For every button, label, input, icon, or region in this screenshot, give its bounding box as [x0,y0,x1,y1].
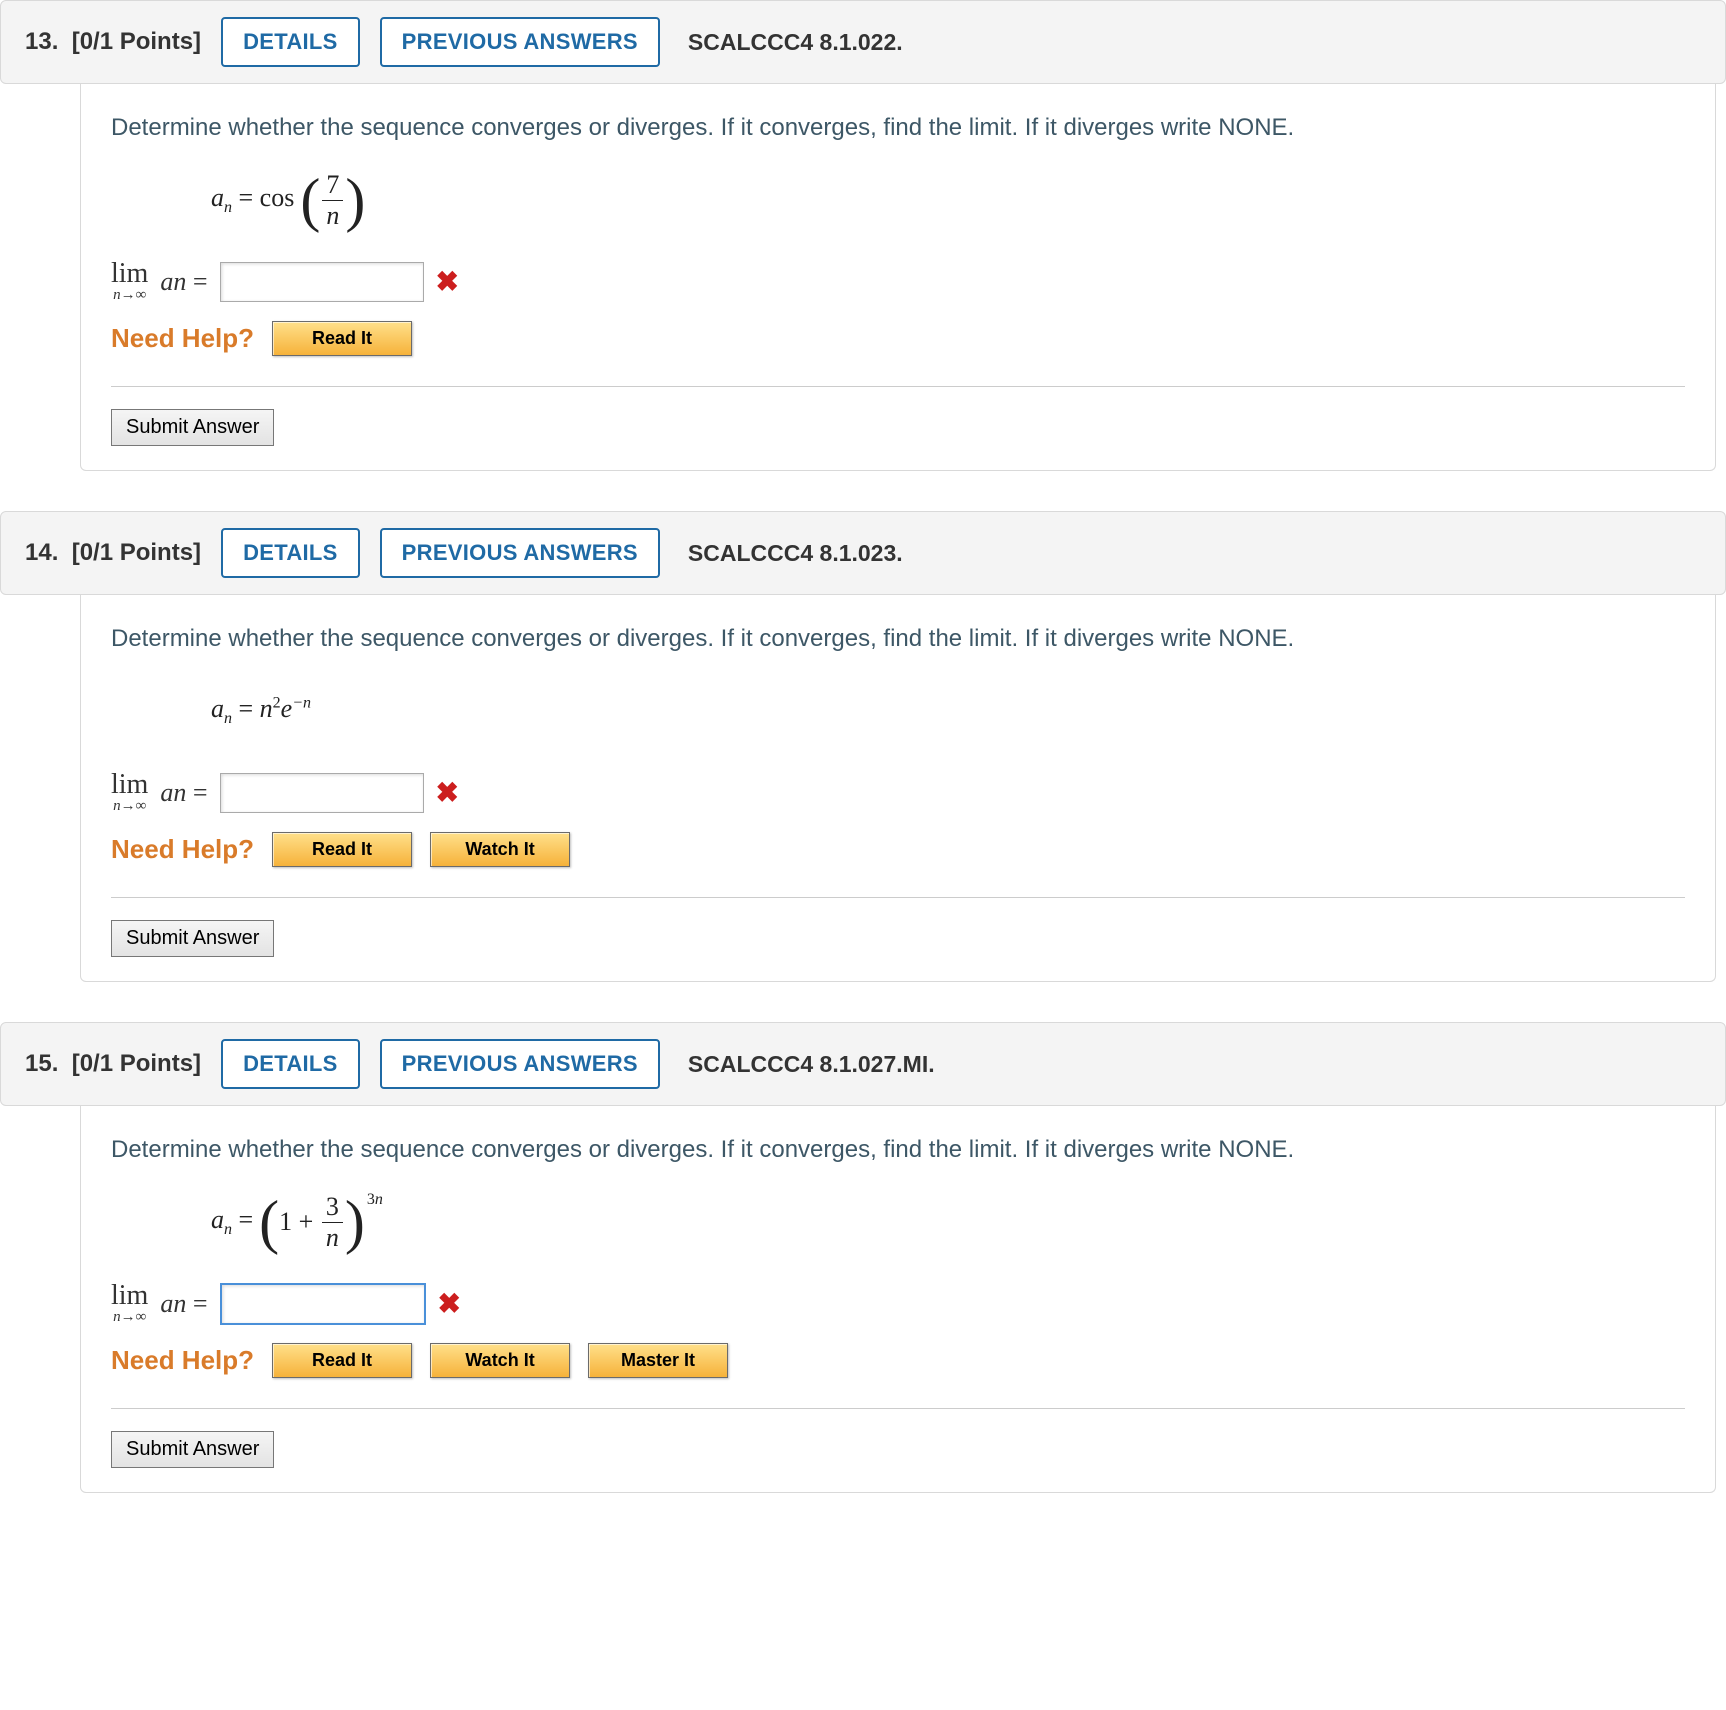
submit-area: Submit Answer [111,386,1685,470]
a-n-equals: an = [160,1289,207,1319]
question-number-points: 13. [0/1 Points] [25,28,201,56]
a-n-equals: an = [160,267,207,297]
question-body: Determine whether the sequence converges… [80,84,1716,471]
answer-input[interactable] [220,1283,426,1325]
question-header: 13. [0/1 Points] DETAILS PREVIOUS ANSWERS S… [0,0,1726,84]
need-help-row: Need Help? Read It Watch It Master It [111,1343,1685,1378]
previous-answers-button[interactable]: PREVIOUS ANSWERS [380,528,660,578]
question-body: Determine whether the sequence converges… [80,1106,1716,1493]
sequence-formula: an =(1 + 3n)3n [211,1182,1685,1262]
submit-area: Submit Answer [111,1408,1685,1492]
submit-answer-button[interactable]: Submit Answer [111,1431,274,1468]
question-reference: SCALCCC4 8.1.027.MI. [688,1051,935,1078]
submit-answer-button[interactable]: Submit Answer [111,409,274,446]
limit-row: limn→∞ an = ✖ [111,771,1685,814]
a-n-equals: an = [160,778,207,808]
question-prompt: Determine whether the sequence converges… [111,114,1685,142]
wrong-icon: ✖ [438,1287,461,1320]
question-body: Determine whether the sequence converges… [80,595,1716,982]
question-number-points: 14. [0/1 Points] [25,539,201,567]
need-help-label: Need Help? [111,323,254,354]
question-reference: SCALCCC4 8.1.023. [688,540,903,567]
need-help-row: Need Help? Read It [111,321,1685,356]
details-button[interactable]: DETAILS [221,1039,360,1089]
sequence-formula: an = cos(7n) [211,160,1685,240]
question-block: 13. [0/1 Points] DETAILS PREVIOUS ANSWERS S… [0,0,1726,471]
details-button[interactable]: DETAILS [221,528,360,578]
readit-button[interactable]: Read It [272,1343,412,1378]
limit-row: limn→∞ an = ✖ [111,260,1685,303]
need-help-label: Need Help? [111,1345,254,1376]
limit-label: limn→∞ [111,771,148,814]
submit-answer-button[interactable]: Submit Answer [111,920,274,957]
wrong-icon: ✖ [436,776,459,809]
question-header: 14. [0/1 Points] DETAILS PREVIOUS ANSWERS S… [0,511,1726,595]
readit-button[interactable]: Read It [272,832,412,867]
need-help-label: Need Help? [111,834,254,865]
question-header: 15. [0/1 Points] DETAILS PREVIOUS ANSWERS S… [0,1022,1726,1106]
sequence-formula: an = n2e−n [211,671,1685,751]
limit-label: limn→∞ [111,1282,148,1325]
question-number-points: 15. [0/1 Points] [25,1050,201,1078]
question-prompt: Determine whether the sequence converges… [111,1136,1685,1164]
answer-input[interactable] [220,262,424,302]
watchit-button[interactable]: Watch It [430,1343,570,1378]
readit-button[interactable]: Read It [272,321,412,356]
question-block: 15. [0/1 Points] DETAILS PREVIOUS ANSWERS S… [0,1022,1726,1493]
submit-area: Submit Answer [111,897,1685,981]
answer-input[interactable] [220,773,424,813]
question-prompt: Determine whether the sequence converges… [111,625,1685,653]
limit-row: limn→∞ an = ✖ [111,1282,1685,1325]
limit-label: limn→∞ [111,260,148,303]
wrong-icon: ✖ [436,265,459,298]
details-button[interactable]: DETAILS [221,17,360,67]
question-reference: SCALCCC4 8.1.022. [688,29,903,56]
need-help-row: Need Help? Read It Watch It [111,832,1685,867]
watchit-button[interactable]: Watch It [430,832,570,867]
question-block: 14. [0/1 Points] DETAILS PREVIOUS ANSWERS S… [0,511,1726,982]
previous-answers-button[interactable]: PREVIOUS ANSWERS [380,17,660,67]
masterit-button[interactable]: Master It [588,1343,728,1378]
previous-answers-button[interactable]: PREVIOUS ANSWERS [380,1039,660,1089]
